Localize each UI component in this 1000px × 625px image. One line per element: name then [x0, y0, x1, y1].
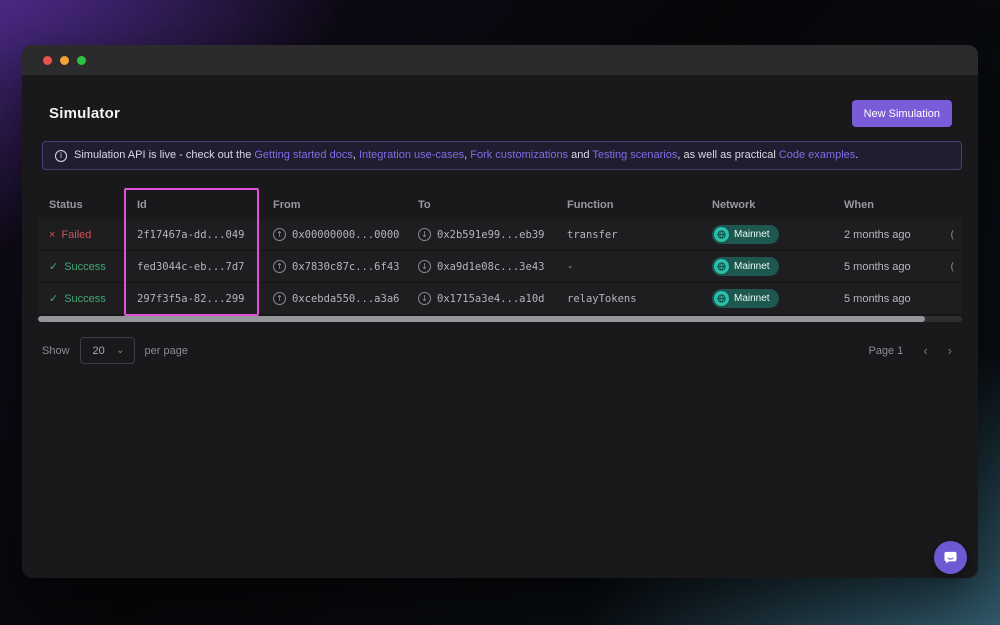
- from-address: 0xcebda550...a3a6: [292, 292, 400, 305]
- simulations-table: Status Id From To Function Network When …: [36, 188, 964, 322]
- integration-use-cases-link[interactable]: Integration use-cases: [359, 149, 464, 161]
- page-size-select[interactable]: 20 ⌄: [79, 337, 135, 364]
- network-badge: Mainnet: [712, 289, 779, 308]
- chat-bubble-icon: [942, 549, 959, 566]
- when-cell: 2 months ago: [844, 228, 911, 241]
- status-label: Failed: [61, 228, 92, 241]
- arrow-up-circle-icon: ↑: [273, 292, 286, 305]
- horizontal-scrollbar[interactable]: [38, 316, 962, 322]
- column-header-to: To: [418, 199, 431, 211]
- column-header-from: From: [273, 199, 301, 211]
- chevron-left-icon: ‹: [923, 343, 928, 358]
- from-cell: ↑ 0xcebda550...a3a6: [262, 292, 407, 305]
- banner-text-segment: Simulation API is live - check out the: [74, 149, 255, 161]
- column-header-status: Status: [49, 199, 83, 211]
- table-row[interactable]: × Failed 2f17467a-dd...049 ↑ 0x00000000.…: [38, 219, 962, 251]
- truncated-column-content: (: [949, 228, 956, 241]
- function-name: transfer: [567, 228, 618, 241]
- simulation-id: 2f17467a-dd...049: [137, 228, 245, 241]
- column-header-when: When: [844, 199, 874, 211]
- network-label: Mainnet: [734, 261, 770, 272]
- function-name: -: [567, 260, 574, 273]
- success-icon: ✓: [49, 293, 59, 305]
- from-cell: ↑ 0x7830c87c...6f43: [262, 260, 407, 273]
- status-cell: ✓ Success: [38, 292, 126, 306]
- next-page-button[interactable]: ›: [948, 343, 952, 358]
- zoom-button[interactable]: [77, 55, 86, 65]
- network-label: Mainnet: [734, 293, 770, 304]
- status-cell: × Failed: [38, 229, 126, 241]
- arrow-up-circle-icon: ↑: [273, 260, 286, 273]
- to-cell: ↓ 0x1715a3e4...a10d: [407, 292, 556, 305]
- when-cell: 5 months ago: [844, 260, 911, 273]
- to-cell: ↓ 0x2b591e99...eb39: [407, 228, 556, 241]
- banner-text-segment: , as well as practical: [677, 149, 779, 161]
- app-window: Simulator New Simulation i Simulation AP…: [22, 45, 978, 578]
- network-cell: Mainnet: [701, 257, 833, 276]
- window-titlebar: [22, 45, 978, 75]
- from-address: 0x00000000...0000: [292, 228, 400, 241]
- to-address: 0xa9d1e08c...3e43: [437, 260, 545, 273]
- globe-icon: [714, 259, 729, 274]
- globe-icon: [714, 227, 729, 242]
- banner-text-segment: .: [855, 149, 859, 161]
- pagination-bar: Show 20 ⌄ per page Page 1 ‹ ›: [36, 337, 964, 364]
- network-badge: Mainnet: [712, 257, 779, 276]
- testing-scenarios-link[interactable]: Testing scenarios: [592, 149, 677, 161]
- from-cell: ↑ 0x00000000...0000: [262, 228, 407, 241]
- arrow-down-circle-icon: ↓: [418, 260, 431, 273]
- page-title: Simulator: [49, 105, 120, 122]
- function-name: relayTokens: [567, 292, 637, 305]
- arrow-down-circle-icon: ↓: [418, 292, 431, 305]
- arrow-up-circle-icon: ↑: [273, 228, 286, 241]
- status-cell: ✓ Success: [38, 260, 126, 274]
- code-examples-link[interactable]: Code examples: [779, 149, 855, 161]
- table-row[interactable]: ✓ Success 297f3f5a-82...299 ↑ 0xcebda550…: [38, 283, 962, 315]
- to-address: 0x1715a3e4...a10d: [437, 292, 545, 305]
- failed-icon: ×: [49, 228, 56, 241]
- from-address: 0x7830c87c...6f43: [292, 260, 400, 273]
- per-page-label: per page: [144, 344, 188, 357]
- globe-icon: [714, 291, 729, 306]
- simulation-id: fed3044c-eb...7d7: [137, 260, 245, 273]
- page-indicator: Page 1: [868, 344, 904, 357]
- chevron-down-icon: ⌄: [116, 344, 125, 356]
- chevron-right-icon: ›: [947, 343, 952, 358]
- announcement-banner: i Simulation API is live - check out the…: [42, 141, 962, 170]
- when-cell: 5 months ago: [844, 292, 911, 305]
- to-cell: ↓ 0xa9d1e08c...3e43: [407, 260, 556, 273]
- chat-widget-button[interactable]: [934, 541, 967, 574]
- network-badge: Mainnet: [712, 225, 779, 244]
- banner-text-segment: and: [568, 149, 593, 161]
- network-cell: Mainnet: [701, 225, 833, 244]
- truncated-column-content: (: [949, 260, 956, 273]
- arrow-down-circle-icon: ↓: [418, 228, 431, 241]
- horizontal-scrollbar-thumb[interactable]: [38, 316, 926, 322]
- fork-customizations-link[interactable]: Fork customizations: [470, 149, 568, 161]
- column-header-function: Function: [567, 199, 614, 211]
- close-button[interactable]: [43, 55, 52, 65]
- getting-started-docs-link[interactable]: Getting started docs: [254, 149, 352, 161]
- success-icon: ✓: [49, 261, 59, 273]
- table-row[interactable]: ✓ Success fed3044c-eb...7d7 ↑ 0x7830c87c…: [38, 251, 962, 283]
- info-icon: i: [55, 149, 67, 162]
- network-label: Mainnet: [734, 229, 770, 240]
- status-label: Success: [64, 260, 106, 273]
- new-simulation-button[interactable]: New Simulation: [851, 100, 952, 127]
- simulation-id: 297f3f5a-82...299: [137, 292, 245, 305]
- to-address: 0x2b591e99...eb39: [437, 228, 545, 241]
- column-header-id: Id: [137, 199, 147, 211]
- network-cell: Mainnet: [701, 289, 833, 308]
- page-size-value: 20: [92, 344, 105, 357]
- column-header-network: Network: [712, 199, 756, 211]
- table-header-row: Status Id From To Function Network When: [38, 191, 962, 219]
- previous-page-button[interactable]: ‹: [923, 343, 927, 358]
- minimize-button[interactable]: [60, 55, 69, 65]
- page-header: Simulator New Simulation: [36, 100, 964, 127]
- status-label: Success: [64, 292, 106, 305]
- banner-text: Simulation API is live - check out the G…: [74, 149, 858, 162]
- show-label: Show: [42, 344, 70, 357]
